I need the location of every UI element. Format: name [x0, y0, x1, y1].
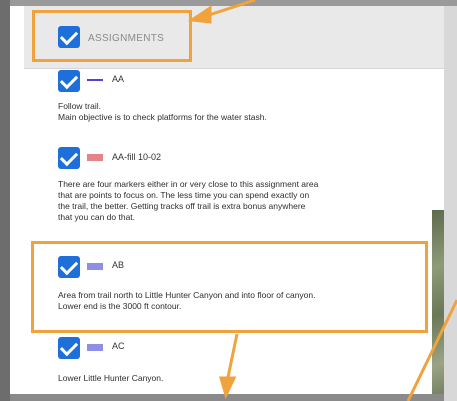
- description-line: the trail, the better. Getting tracks of…: [58, 201, 306, 211]
- item-aa-name[interactable]: AA: [112, 74, 124, 84]
- description-line: Lower Little Hunter Canyon.: [58, 373, 164, 383]
- item-aa-fill-description: There are four markers either in or very…: [58, 179, 443, 223]
- highlight-box-header: [32, 10, 192, 62]
- item-ac-checkbox[interactable]: [58, 337, 80, 359]
- description-line: that are points to focus on. The less ti…: [58, 190, 310, 200]
- map-preview-edge: [432, 210, 444, 401]
- description-line: that you can do that.: [58, 212, 136, 222]
- highlight-box-ab: [31, 241, 428, 333]
- item-aa-swatch: [87, 79, 103, 81]
- item-aa-fill-checkbox[interactable]: [58, 147, 80, 169]
- item-aa-description: Follow trail. Main objective is to check…: [58, 101, 443, 123]
- assignments-layer-panel: ASSIGNMENTS AA Follow trail. Main object…: [24, 6, 444, 394]
- window-frame-bottom: [10, 394, 444, 401]
- description-line: Follow trail.: [58, 101, 101, 111]
- item-ac-swatch: [87, 344, 103, 351]
- item-ac-description: Lower Little Hunter Canyon.: [58, 373, 443, 384]
- description-line: Main objective is to check platforms for…: [58, 112, 267, 122]
- window-frame-left: [0, 0, 10, 401]
- window-frame-right: [444, 6, 457, 401]
- item-aa-fill-swatch: [87, 154, 103, 161]
- item-aa-fill-name[interactable]: AA-fill 10-02: [112, 152, 161, 162]
- description-line: There are four markers either in or very…: [58, 179, 319, 189]
- item-ac-name[interactable]: AC: [112, 341, 125, 351]
- item-aa-checkbox[interactable]: [58, 70, 80, 92]
